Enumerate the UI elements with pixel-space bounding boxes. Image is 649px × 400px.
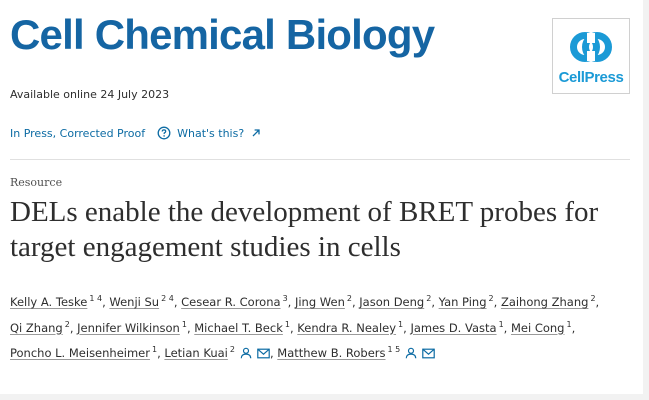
author-name-link[interactable]: Mei Cong — [511, 321, 565, 335]
affiliation-marker[interactable]: 1 — [398, 320, 403, 329]
author-item: James D. Vasta 1, — [410, 319, 511, 335]
affiliation-marker[interactable]: 3 — [283, 294, 288, 303]
cellpress-logo[interactable]: CellPress — [552, 18, 630, 94]
in-press-status-link[interactable]: In Press, Corrected Proof — [10, 127, 145, 140]
article-type-label: Resource — [10, 176, 63, 189]
author-list: Kelly A. Teske 1 4, Wenji Su 2 4, Cesear R… — [10, 288, 630, 367]
author-name-link[interactable]: Yan Ping — [439, 295, 487, 309]
author-item: Yan Ping 2, — [438, 294, 501, 309]
author-name-link[interactable]: Cesear R. Corona — [181, 295, 280, 309]
author-item: Jason Deng 2, — [359, 294, 439, 309]
affiliation-marker[interactable]: 1 — [499, 320, 504, 329]
author-name-link[interactable]: Jennifer Wilkinson — [77, 321, 180, 335]
author-name-link[interactable]: Poncho L. Meisenheimer — [10, 346, 150, 360]
article-status-row: In Press, Corrected Proof What's this? — [10, 126, 261, 140]
affiliation-marker[interactable]: 2 — [230, 345, 235, 354]
affiliation-marker[interactable]: 2 — [426, 294, 431, 303]
affiliation-marker[interactable]: 2 — [590, 294, 595, 303]
affiliation-marker[interactable]: 1 — [152, 345, 157, 354]
author-name-link[interactable]: Michael T. Beck — [194, 321, 283, 335]
journal-title[interactable]: Cell Chemical Biology — [10, 4, 435, 66]
available-online-date: Available online 24 July 2023 — [10, 88, 170, 101]
author-name-link[interactable]: Wenji Su — [109, 295, 159, 309]
author-item: Jennifer Wilkinson 1, — [77, 319, 195, 335]
affiliation-marker[interactable]: 1 4 — [89, 294, 102, 303]
author-name-link[interactable]: Letian Kuai — [164, 346, 227, 360]
article-header-card: Cell Chemical Biology CellPress Availabl… — [0, 0, 643, 394]
affiliation-marker[interactable]: 2 — [347, 294, 352, 303]
person-icon[interactable] — [240, 344, 252, 367]
whats-this-link[interactable]: What's this? — [177, 127, 244, 140]
author-name-link[interactable]: Qi Zhang — [10, 321, 63, 335]
author-item: Poncho L. Meisenheimer 1, — [10, 345, 165, 360]
person-icon[interactable] — [405, 344, 417, 367]
author-name-link[interactable]: Jason Deng — [359, 295, 424, 309]
affiliation-marker[interactable]: 1 5 — [388, 345, 401, 354]
cellpress-mark-icon — [570, 32, 612, 62]
author-item: Qi Zhang 2, — [10, 319, 78, 335]
author-name-link[interactable]: Kendra R. Nealey — [297, 321, 396, 335]
author-name-link[interactable]: James D. Vasta — [410, 321, 496, 335]
affiliation-marker[interactable]: 1 — [566, 320, 571, 329]
author-name-link[interactable]: Zaihong Zhang — [501, 295, 589, 309]
author-item: Jing Wen 2, — [294, 294, 360, 309]
author-item: Kendra R. Nealey 1, — [297, 319, 411, 335]
affiliation-marker[interactable]: 2 — [65, 320, 70, 329]
author-item: Kelly A. Teske 1 4, — [10, 294, 110, 309]
author-item: Mei Cong 1, — [510, 319, 576, 335]
affiliation-marker[interactable]: 2 4 — [161, 294, 174, 303]
article-title: DELs enable the development of BRET prob… — [10, 196, 599, 263]
author-name-link[interactable]: Jing Wen — [295, 295, 345, 309]
header-divider — [10, 159, 630, 160]
author-item: Letian Kuai 2, — [164, 345, 277, 360]
author-name-link[interactable]: Matthew B. Robers — [277, 346, 385, 360]
arrow-up-right-icon[interactable] — [251, 128, 261, 138]
author-item: Cesear R. Corona 3, — [181, 294, 295, 309]
author-item: Zaihong Zhang 2, — [500, 294, 600, 309]
cellpress-logo-text: CellPress — [558, 69, 624, 86]
affiliation-marker[interactable]: 2 — [489, 294, 494, 303]
author-name-link[interactable]: Kelly A. Teske — [10, 295, 87, 309]
envelope-icon[interactable] — [257, 344, 270, 367]
affiliation-marker[interactable]: 1 — [285, 320, 290, 329]
question-circle-icon[interactable] — [157, 126, 171, 140]
author-item: Michael T. Beck 1, — [194, 319, 298, 335]
envelope-icon[interactable] — [422, 344, 436, 367]
affiliation-marker[interactable]: 1 — [182, 320, 187, 329]
author-item: Matthew B. Robers 1 5 — [277, 345, 436, 360]
author-item: Wenji Su 2 4, — [109, 294, 182, 309]
